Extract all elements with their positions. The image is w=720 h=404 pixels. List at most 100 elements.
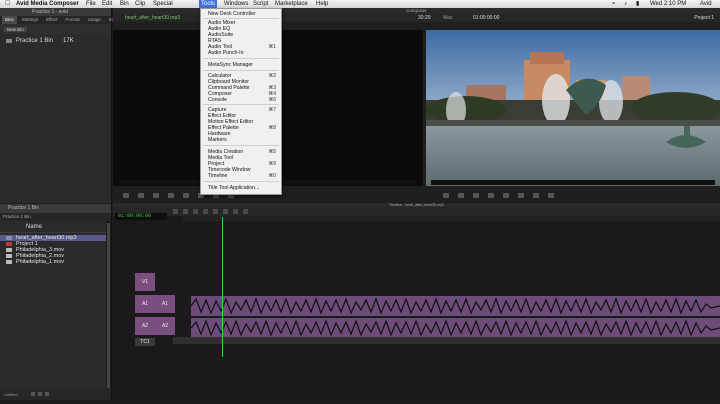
mark-in-icon[interactable] — [443, 192, 449, 198]
menu-item-timeline[interactable]: Timeline — [208, 173, 227, 179]
clip-color-swatch — [6, 254, 12, 258]
clear-marks-icon[interactable] — [153, 192, 159, 198]
shortcut: ⌘6 — [268, 97, 276, 103]
menu-windows[interactable]: Windows — [224, 0, 248, 8]
app-name[interactable]: Avid Media Composer — [16, 0, 79, 8]
fountain-video-frame — [426, 30, 720, 186]
menu-special[interactable]: Special — [153, 0, 173, 8]
user-name[interactable]: Avid — [700, 0, 712, 8]
column-header-name[interactable]: Name — [0, 221, 111, 233]
track-v1-record[interactable]: V1 — [135, 273, 155, 291]
tool-icon[interactable] — [233, 209, 238, 214]
bin-tab[interactable]: Practice 1 Bin — [0, 213, 111, 221]
menu-marketplace[interactable]: Marketplace — [275, 0, 308, 8]
tool-icon[interactable] — [213, 209, 218, 214]
menu-item-title-tool-application[interactable]: Title Tool Application... — [208, 185, 259, 191]
tab-bins[interactable]: Bins — [2, 16, 17, 24]
tab-format[interactable]: Format — [62, 16, 82, 24]
bin-view-icon[interactable] — [30, 392, 35, 396]
volume-icon[interactable]: ♪ — [624, 0, 627, 8]
apple-icon[interactable]:  — [5, 0, 10, 8]
position-indicator[interactable] — [222, 217, 223, 357]
timeline-timecode[interactable]: 01:00:00:00 — [115, 213, 167, 220]
clip-color-swatch — [6, 260, 12, 264]
menu-file[interactable]: File — [86, 0, 96, 8]
sequence-name[interactable]: Project 1 — [694, 14, 714, 22]
menu-item-metasync-manager[interactable]: MetaSync Manager — [208, 62, 253, 68]
audio-clip-a2[interactable] — [190, 318, 720, 338]
menu-item-markers[interactable]: Markers — [208, 137, 227, 143]
menu-script[interactable]: Script — [253, 0, 268, 8]
tool-icon[interactable] — [243, 209, 248, 214]
bin-window-title: Practice 1 Bin — [0, 204, 111, 213]
waveform-a2 — [190, 319, 720, 337]
timecode-track[interactable] — [173, 337, 720, 344]
tab-effect[interactable]: Effect — [43, 16, 60, 24]
record-position-bar[interactable] — [431, 180, 715, 185]
tool-icon[interactable] — [193, 209, 198, 214]
source-clip-name[interactable]: heart_after_heart30.mp3 — [125, 14, 180, 22]
bin-name: Practice 1 Bin — [16, 38, 54, 44]
record-timecode[interactable]: 01:00:00:00 — [473, 14, 499, 22]
tools-menu-dropdown: New Deck Controller Audio Mixer Audio EQ… — [200, 8, 282, 195]
menu-bin[interactable]: Bin — [120, 0, 129, 8]
bin-view-icon[interactable] — [37, 392, 42, 396]
play-icon[interactable] — [503, 192, 509, 198]
play-icon[interactable] — [183, 192, 189, 198]
step-forward-icon[interactable] — [518, 192, 524, 198]
timeline-toolbar — [113, 207, 720, 216]
menu-item-audio-punch-in[interactable]: Audio Punch-In — [208, 50, 243, 56]
bin-list-item[interactable]: Practice 1 Bin 17K — [0, 34, 111, 44]
clear-marks-icon[interactable] — [473, 192, 479, 198]
bin-window: Practice 1 Bin Practice 1 Bin Name heart… — [0, 204, 112, 400]
timeline-ruler[interactable] — [183, 216, 720, 221]
track-a2-source[interactable]: A2 — [155, 317, 175, 335]
project-window: Practice 1 - avid Bins Settings Effect F… — [0, 8, 116, 203]
tab-usage[interactable]: Usage — [85, 16, 104, 24]
step-back-icon[interactable] — [168, 192, 174, 198]
record-monitor[interactable] — [426, 30, 720, 186]
bin-scrollbar[interactable] — [106, 221, 111, 393]
mark-in-icon[interactable] — [123, 192, 129, 198]
audio-clip-a1[interactable] — [190, 296, 720, 316]
bin-icon — [6, 39, 12, 43]
menu-clip[interactable]: Clip — [135, 0, 145, 8]
tool-icon[interactable] — [223, 209, 228, 214]
extract-icon[interactable] — [548, 192, 554, 198]
track-a2-record[interactable]: A2 — [135, 317, 155, 335]
tool-icon[interactable] — [203, 209, 208, 214]
track-a1-record[interactable]: A1 — [135, 295, 155, 313]
menu-item-new-deck-controller[interactable]: New Deck Controller — [208, 11, 256, 17]
bin-size: 17K — [63, 38, 74, 44]
menu-bar:  Avid Media Composer File Edit Bin Clip… — [0, 0, 720, 8]
lift-icon[interactable] — [533, 192, 539, 198]
mark-out-icon[interactable] — [458, 192, 464, 198]
sequence-swatch — [6, 242, 12, 246]
mark-out-icon[interactable] — [138, 192, 144, 198]
shortcut: ⌘7 — [268, 107, 276, 113]
tool-icon[interactable] — [173, 209, 178, 214]
bin-clip[interactable]: Philadelphia_1.mov — [0, 259, 111, 265]
track-tc1[interactable]: TC1 — [135, 338, 155, 346]
menu-help[interactable]: Help — [316, 0, 328, 8]
bin-view-label[interactable]: Untitled — [4, 392, 18, 397]
menu-tools[interactable]: Tools — [199, 0, 218, 8]
bin-view-icon[interactable] — [44, 392, 49, 396]
menu-item-console[interactable]: Console — [208, 97, 227, 103]
shortcut: ⌘2 — [268, 73, 276, 79]
source-timecode[interactable]: 30:20 — [418, 14, 431, 22]
project-toolbar: New Bin — [0, 24, 111, 34]
track-a1-source[interactable]: A1 — [155, 295, 175, 313]
tool-icon[interactable] — [183, 209, 188, 214]
battery-icon[interactable]: ▮ — [636, 0, 639, 8]
tab-settings[interactable]: Settings — [19, 16, 41, 24]
shortcut: ⌘1 — [268, 44, 276, 50]
menu-edit[interactable]: Edit — [102, 0, 112, 8]
waveform-a1 — [190, 297, 720, 315]
clock[interactable]: Wed 2:10 PM — [650, 0, 686, 8]
new-bin-button[interactable]: New Bin — [4, 26, 27, 32]
step-back-icon[interactable] — [488, 192, 494, 198]
project-window-title: Practice 1 - avid — [0, 8, 111, 16]
tracking-menu[interactable]: Mas — [443, 14, 452, 22]
wifi-icon[interactable]: ≈ — [612, 0, 615, 8]
